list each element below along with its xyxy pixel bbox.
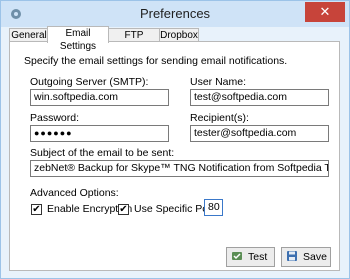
tab-dropbox[interactable]: Dropbox (159, 28, 199, 42)
tab-general[interactable]: General (9, 28, 49, 42)
close-button[interactable]: ✕ (305, 2, 345, 22)
subject-label: Subject of the email to be sent: (30, 147, 175, 159)
password-field[interactable]: ●●●●●● (30, 125, 169, 142)
subject-field[interactable]: zebNet® Backup for Skype™ TNG Notificati… (30, 160, 329, 177)
specific-port-checkbox[interactable]: ✔ (118, 204, 129, 215)
intro-text: Specify the email settings for sending e… (24, 55, 288, 67)
encryption-checkbox[interactable]: ✔ (31, 204, 42, 215)
preferences-window: Preferences ✕ General Email Settings FTP… (0, 0, 350, 279)
save-button[interactable]: Save (281, 247, 331, 267)
smtp-field[interactable]: win.softpedia.com (30, 89, 169, 106)
recipients-field[interactable]: tester@softpedia.com (190, 125, 329, 142)
window-title: Preferences (139, 6, 211, 21)
title-bar: Preferences ✕ (1, 1, 349, 27)
email-settings-panel: Specify the email settings for sending e… (9, 41, 340, 271)
test-icon (232, 252, 242, 260)
save-button-label: Save (303, 251, 327, 263)
tab-email-settings[interactable]: Email Settings (47, 26, 109, 52)
save-icon (287, 251, 297, 261)
password-label: Password: (30, 112, 80, 124)
username-label: User Name: (190, 76, 247, 88)
recipients-label: Recipient(s): (190, 112, 249, 124)
test-button[interactable]: Test (226, 247, 275, 267)
specific-port-label: Use Specific Port (134, 203, 215, 215)
advanced-options-label: Advanced Options: (30, 187, 119, 199)
test-button-label: Test (248, 251, 268, 263)
username-field[interactable]: test@softpedia.com (190, 89, 329, 106)
close-icon: ✕ (319, 4, 331, 19)
port-field[interactable]: 80 (204, 199, 223, 216)
smtp-label: Outgoing Server (SMTP): (30, 76, 149, 88)
tab-ftp-settings[interactable]: FTP Settings (107, 28, 161, 54)
